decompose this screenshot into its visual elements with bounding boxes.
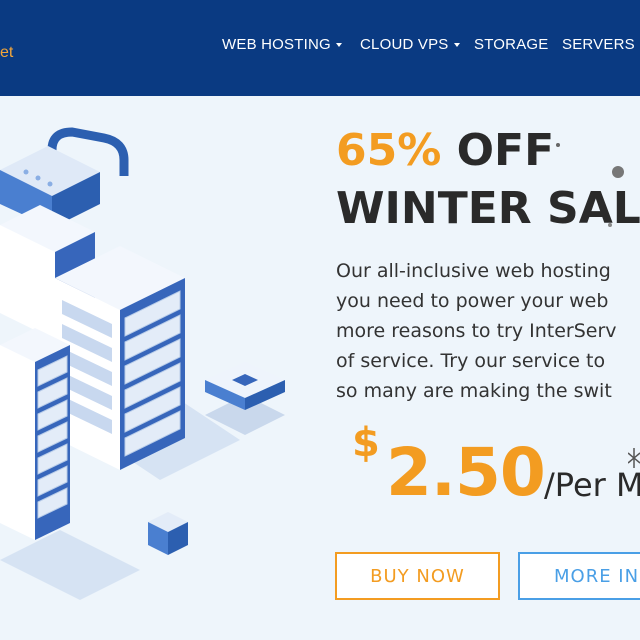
logo[interactable]: et — [0, 44, 13, 62]
decorative-dots — [556, 143, 624, 227]
menu-label: CLOUD VPS — [360, 36, 449, 53]
description-line: of service. Try our service to — [336, 350, 606, 372]
description-line: more reasons to try InterServ — [336, 320, 617, 342]
discount-text: 65% — [336, 125, 442, 176]
price-amount: 2.50 — [386, 434, 546, 511]
hero-description: Our all-inclusive web hosting you need t… — [336, 256, 640, 406]
chevron-down-icon — [335, 43, 342, 48]
description-line: you need to power your web — [336, 290, 609, 312]
snowflake-icon — [628, 448, 640, 468]
menu-servers[interactable]: SERVERS — [562, 36, 640, 53]
menu-label: STORAGE — [474, 36, 549, 53]
top-navbar: et WEB HOSTING CLOUD VPS STORAGE SERVERS — [0, 0, 640, 96]
menu-web-hosting[interactable]: WEB HOSTING — [222, 36, 342, 53]
chevron-down-icon — [453, 43, 460, 48]
more-info-button[interactable]: MORE INF — [518, 552, 640, 600]
description-line: so many are making the swit — [336, 380, 612, 402]
menu-storage[interactable]: STORAGE — [474, 36, 548, 53]
menu-label: WEB HOSTING — [222, 36, 331, 53]
menu-cloud-vps[interactable]: CLOUD VPS — [360, 36, 460, 53]
currency-symbol: $ — [352, 420, 380, 466]
price-period: /Per M — [544, 466, 640, 504]
description-line: Our all-inclusive web hosting — [336, 260, 611, 282]
buy-now-button[interactable]: BUY NOW — [335, 552, 500, 600]
menu-label: SERVERS — [562, 36, 635, 53]
server-illustration — [0, 127, 285, 600]
